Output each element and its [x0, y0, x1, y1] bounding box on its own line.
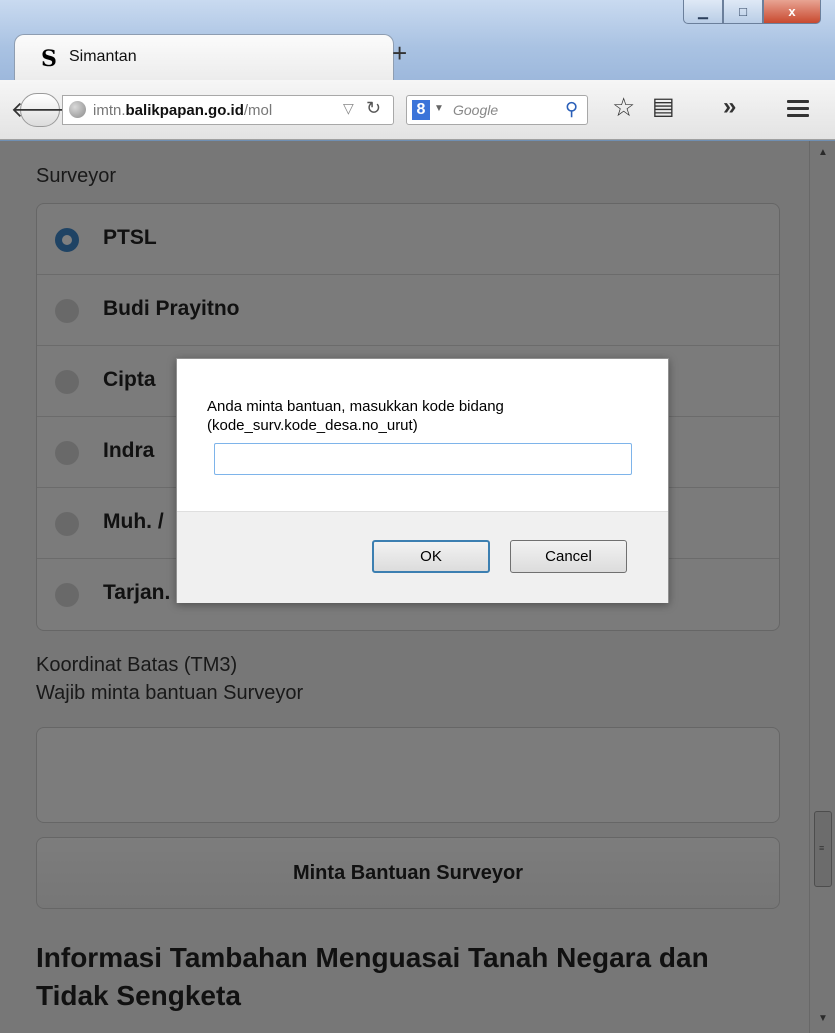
magnifier-icon[interactable]: ⚲ [565, 99, 578, 120]
dialog-message-line2: (kode_surv.kode_desa.no_urut) [207, 417, 418, 434]
google-search-icon[interactable]: 8 [412, 100, 430, 120]
url-text: imtn.balikpapan.go.id/mol [93, 102, 273, 119]
back-arrow-icon: 🡐 [10, 97, 70, 122]
navigation-toolbar: 🡐 imtn.balikpapan.go.id/mol ▽ ↻ 8 ▼ Goog… [0, 80, 835, 140]
close-window-button[interactable]: x [763, 0, 821, 24]
overflow-chevron-icon[interactable]: » [723, 94, 736, 120]
cancel-button[interactable]: Cancel [510, 540, 627, 573]
url-bar[interactable]: imtn.balikpapan.go.id/mol ▽ ↻ [62, 95, 394, 125]
dialog-footer: OK Cancel [177, 511, 668, 603]
star-icon[interactable]: ☆ [612, 94, 635, 120]
maximize-button[interactable]: □ [723, 0, 763, 24]
new-tab-button[interactable]: + [392, 40, 407, 66]
reader-icon[interactable]: ▤ [652, 94, 675, 120]
dialog-message-line1: Anda minta bantuan, masukkan kode bidang [207, 398, 504, 415]
search-bar[interactable]: 8 ▼ Google ⚲ [406, 95, 588, 125]
minimize-button[interactable]: ▁ [683, 0, 723, 24]
site-logo-icon: S [41, 46, 57, 72]
back-button[interactable]: 🡐 [11, 93, 70, 127]
window-controls: ▁ □ x [683, 0, 821, 26]
search-engine-dropdown-icon[interactable]: ▼ [434, 103, 444, 114]
dialog-message: Anda minta bantuan, masukkan kode bidang… [207, 397, 504, 435]
title-bar: S Simantan + ▁ □ x [0, 0, 835, 80]
tab-title: Simantan [69, 48, 137, 65]
browser-tab[interactable]: S Simantan [14, 34, 394, 80]
hamburger-menu-icon[interactable] [787, 100, 809, 121]
search-placeholder: Google [453, 102, 499, 118]
prompt-dialog: Anda minta bantuan, masukkan kode bidang… [176, 358, 669, 603]
ok-button[interactable]: OK [372, 540, 490, 573]
globe-icon [69, 101, 86, 118]
kode-bidang-input[interactable] [214, 443, 632, 475]
reload-icon[interactable]: ↻ [366, 98, 381, 119]
dropdown-triangle-icon[interactable]: ▽ [343, 100, 354, 117]
